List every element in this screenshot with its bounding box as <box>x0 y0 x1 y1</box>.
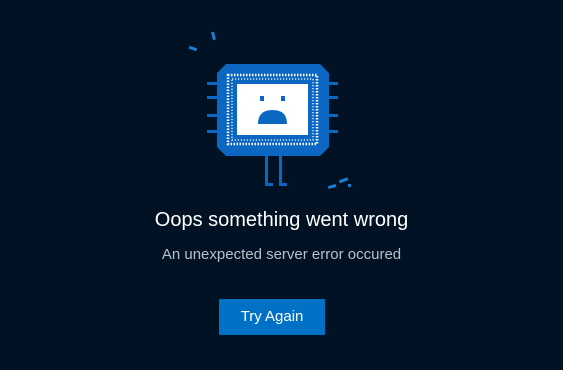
debris-bottom-right <box>327 177 351 189</box>
try-again-button[interactable]: Try Again <box>219 299 325 335</box>
chip-eye-right <box>281 96 285 101</box>
error-title: Oops something went wrong <box>154 209 409 231</box>
error-page: Oops something went wrong An unexpected … <box>0 0 563 370</box>
chip-eye-left <box>260 96 264 101</box>
error-message: An unexpected server error occured <box>161 246 402 263</box>
sad-chip-icon <box>188 31 351 189</box>
chip-legs <box>265 156 287 186</box>
debris-top-left <box>188 31 216 52</box>
chip-screen <box>237 84 308 135</box>
